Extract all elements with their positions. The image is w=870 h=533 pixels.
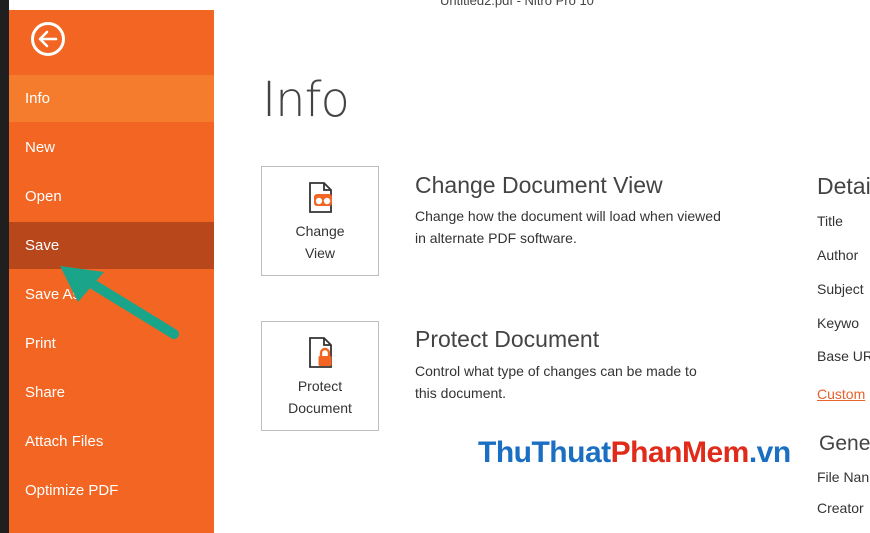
protect-document-button[interactable]: Protect Document [261,321,379,431]
prop-author: Author [817,247,859,263]
sidebar-item-label: Share [25,384,66,401]
protect-desc-line2: this document. [415,385,507,401]
document-lock-icon [309,337,332,368]
change-view-label-2: View [304,245,336,261]
prop-subject: Subject [817,281,864,297]
change-view-heading: Change Document View [415,172,663,198]
prop-keywords: Keywo [817,315,860,331]
prop-file-name: File Nan [817,469,870,485]
change-view-label-1: Change [295,223,345,239]
general-heading: Gene [819,432,870,455]
back-arrow-icon [38,30,58,48]
prop-title: Title [817,213,843,229]
document-binoculars-icon [309,182,332,213]
sidebar-item-optimize-pdf[interactable]: Optimize PDF [9,467,214,514]
window-title: Untitled2.pdf - Nitro Pro 10 [440,0,594,8]
watermark-part2: PhanMem [610,436,750,469]
window-left-border [0,0,9,533]
sidebar-item-open[interactable]: Open [9,173,214,220]
watermark-part1: ThuThuat [478,436,611,469]
watermark-part3: .vn [748,436,791,469]
sidebar-item-label: Info [25,90,51,107]
sidebar-item-info[interactable]: Info [9,75,214,122]
back-arrow-button[interactable] [31,22,65,56]
sidebar-item-attach-files[interactable]: Attach Files [9,418,214,465]
prop-base-url: Base UR [817,348,870,364]
details-heading: Detai [817,173,870,199]
sidebar-item-label: New [25,139,56,156]
watermark-logo: ThuThuatPhanMem.vn [478,436,791,470]
protect-description: Control what type of changes can be made… [415,360,775,404]
page-title: Info [262,72,350,128]
sidebar-item-label: Optimize PDF [25,482,119,499]
protect-heading: Protect Document [415,326,600,352]
window-top-frame [0,0,870,10]
custom-properties-link[interactable]: Custom [817,386,865,402]
protect-desc-line1: Control what type of changes can be made… [415,363,697,379]
protect-label-2: Document [288,400,352,416]
change-view-desc-line2: in alternate PDF software. [415,230,577,246]
sidebar-item-share[interactable]: Share [9,369,214,416]
annotation-arrow-icon [60,266,179,339]
sidebar-item-label: Open [25,188,62,205]
sidebar-item-label: Save [25,237,60,254]
sidebar-item-label: Attach Files [25,433,104,450]
change-view-description: Change how the document will load when v… [415,205,775,249]
prop-creator: Creator [817,500,864,516]
change-view-button[interactable]: Change View [261,166,379,276]
sidebar-item-label: Print [25,335,56,352]
protect-label-1: Protect [297,378,343,394]
change-view-desc-line1: Change how the document will load when v… [415,208,721,224]
sidebar-item-new[interactable]: New [9,124,214,171]
